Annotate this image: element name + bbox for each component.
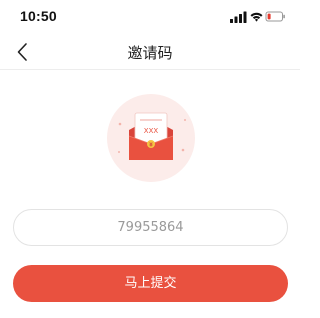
page-title: 邀请码	[127, 44, 173, 62]
invite-code-page: 10:50 邀请码 XXX ¥ 79955864 马上提交	[0, 0, 300, 318]
status-bar: 10:50	[0, 0, 300, 36]
svg-text:¥: ¥	[149, 142, 153, 148]
nav-bar: 邀请码	[0, 36, 300, 70]
battery-icon	[265, 11, 285, 22]
signal-icon	[230, 11, 247, 23]
status-time: 10:50	[20, 8, 57, 24]
status-icons	[230, 10, 286, 24]
invite-code-input[interactable]	[13, 209, 288, 246]
submit-button[interactable]: 马上提交	[13, 265, 288, 302]
letter-text: XXX	[144, 127, 159, 135]
red-envelope-illustration: XXX ¥	[105, 92, 197, 184]
red-envelope-icon: XXX ¥	[107, 94, 195, 182]
wifi-icon	[250, 12, 263, 22]
